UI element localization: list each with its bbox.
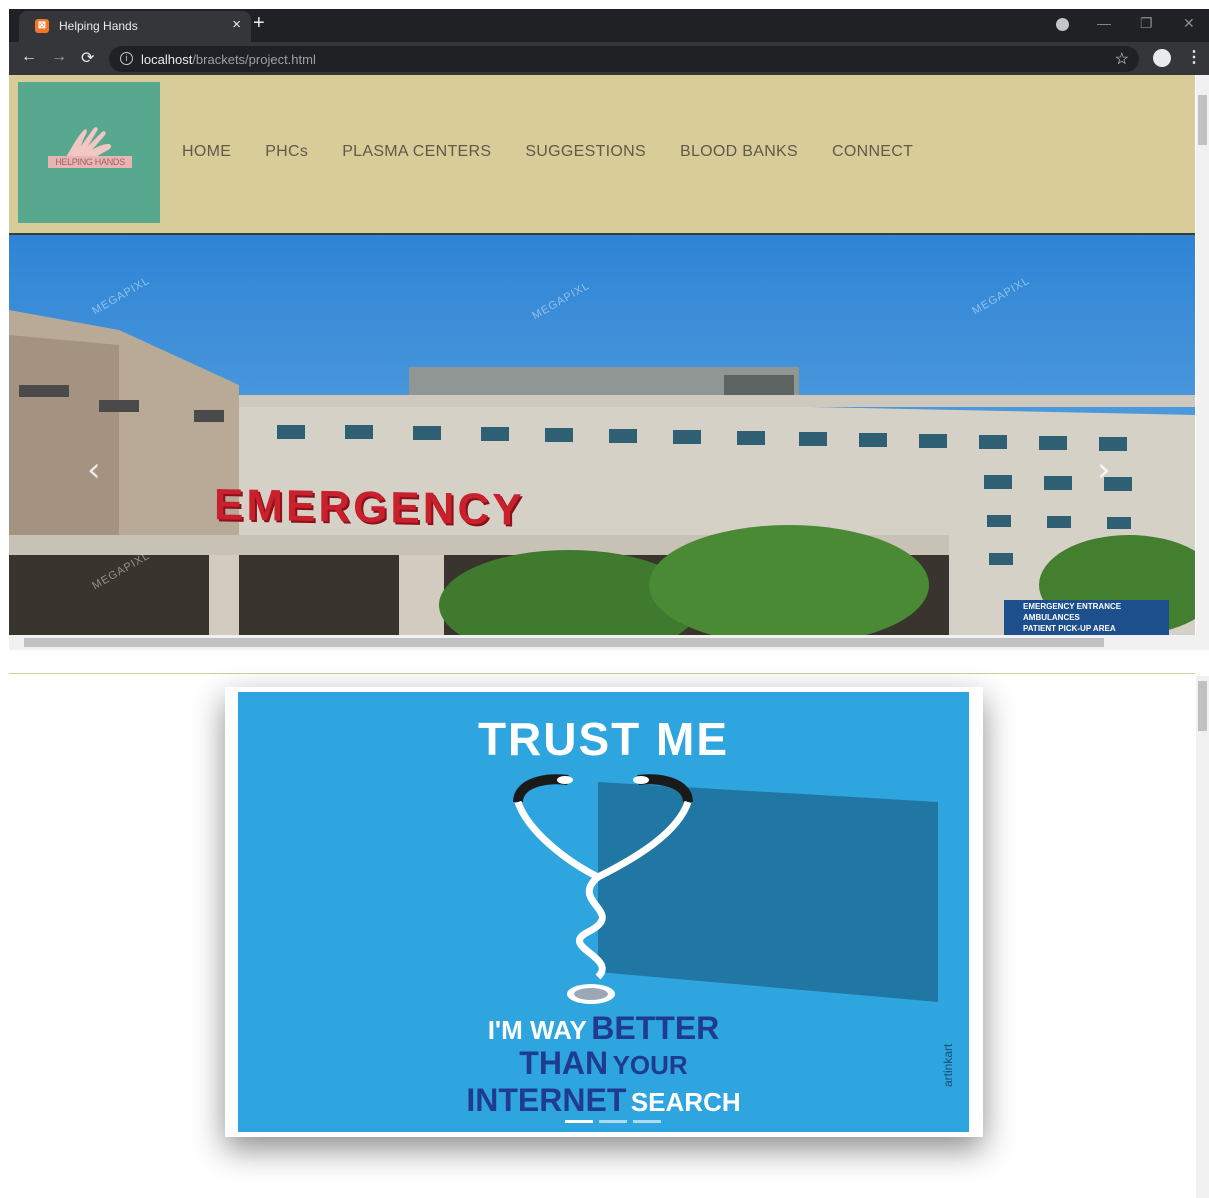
nav-plasma-centers[interactable]: PLASMA CENTERS xyxy=(342,143,491,161)
stethoscope-icon xyxy=(513,774,938,1004)
scrollbar-thumb[interactable] xyxy=(1198,95,1207,145)
browser-tab[interactable]: ⊠ Helping Hands × xyxy=(19,11,251,42)
poster-image: TRUST ME I'M WAY BETTER THAN YOUR INTERN… xyxy=(238,692,969,1132)
profile-dropdown-icon[interactable] xyxy=(1056,18,1069,31)
site-logo[interactable]: HELPING HANDS xyxy=(18,82,160,223)
carousel-indicator[interactable] xyxy=(565,1120,593,1123)
hospital-building-image xyxy=(9,310,1195,635)
account-icon[interactable] xyxy=(1153,49,1171,67)
hero-carousel: EMERGENCY EMERGENCY ENTRANCE AMBULANCES … xyxy=(9,235,1195,635)
scrollbar-thumb[interactable] xyxy=(1198,681,1207,731)
back-arrow-icon[interactable]: ← xyxy=(21,48,37,66)
address-bar[interactable]: i localhost/brackets/project.html ☆ xyxy=(109,46,1139,72)
nav-connect[interactable]: CONNECT xyxy=(832,143,913,161)
forward-arrow-icon[interactable]: → xyxy=(51,48,67,66)
tab-favicon-icon: ⊠ xyxy=(35,19,49,33)
reload-icon[interactable]: ⟳ xyxy=(81,48,94,68)
entrance-sign-line: EMERGENCY ENTRANCE xyxy=(1023,602,1122,611)
nav-suggestions[interactable]: SUGGESTIONS xyxy=(525,143,646,161)
horizontal-scrollbar[interactable] xyxy=(9,635,1209,650)
url-text[interactable]: localhost/brackets/project.html xyxy=(141,52,316,67)
poster-title: TRUST ME xyxy=(477,713,730,765)
vertical-scrollbar[interactable] xyxy=(1196,676,1209,1198)
carousel-indicators xyxy=(565,1120,661,1123)
restore-icon[interactable]: ❐ xyxy=(1140,15,1153,32)
main-nav: HOME PHCs PLASMA CENTERS SUGGESTIONS BLO… xyxy=(182,143,913,161)
poster-text: YOUR xyxy=(612,1050,688,1080)
info-icon[interactable]: i xyxy=(120,52,133,65)
entrance-sign: EMERGENCY ENTRANCE AMBULANCES PATIENT PI… xyxy=(1023,601,1121,634)
logo-text: HELPING HANDS xyxy=(48,156,132,168)
poster-line-3: INTERNET SEARCH xyxy=(238,1082,969,1119)
minimize-icon[interactable]: — xyxy=(1097,15,1111,31)
url-host: localhost xyxy=(141,52,193,67)
emergency-sign: EMERGENCY xyxy=(214,480,525,535)
carousel-indicator[interactable] xyxy=(633,1120,661,1123)
tab-title: Helping Hands xyxy=(59,19,138,33)
close-window-icon[interactable]: ✕ xyxy=(1183,15,1195,32)
carousel-prev-icon[interactable]: ‹ xyxy=(87,450,101,490)
url-path: /brackets/project.html xyxy=(192,52,316,67)
menu-icon[interactable]: ⋮ xyxy=(1186,47,1202,67)
browser-tab-bar: ⊠ Helping Hands × + — ❐ ✕ xyxy=(9,9,1209,42)
poster-text: THAN xyxy=(519,1045,609,1081)
star-icon[interactable]: ☆ xyxy=(1115,49,1129,69)
carousel-next-icon[interactable]: › xyxy=(1097,450,1111,490)
browser-toolbar: ← → ⟳ i localhost/brackets/project.html … xyxy=(9,42,1209,75)
nav-phcs[interactable]: PHCs xyxy=(265,143,308,161)
poster-line-2: THAN YOUR xyxy=(238,1045,969,1082)
entrance-sign-line: AMBULANCES xyxy=(1023,613,1080,622)
poster-carousel: TRUST ME I'M WAY BETTER THAN YOUR INTERN… xyxy=(225,687,983,1137)
site-header: HELPING HANDS HOME PHCs PLASMA CENTERS S… xyxy=(9,75,1195,235)
new-tab-icon[interactable]: + xyxy=(253,12,265,35)
poster-text: SEARCH xyxy=(630,1087,741,1117)
vertical-scrollbar[interactable] xyxy=(1196,75,1209,635)
tab-close-icon[interactable]: × xyxy=(232,16,241,33)
section-divider xyxy=(9,673,1195,674)
poster-line-1: I'M WAY BETTER xyxy=(238,1010,969,1047)
poster-text: I'M WAY xyxy=(487,1015,587,1045)
poster-signature: artinkart xyxy=(941,1043,955,1087)
nav-blood-banks[interactable]: BLOOD BANKS xyxy=(680,143,798,161)
nav-home[interactable]: HOME xyxy=(182,143,231,161)
carousel-indicator[interactable] xyxy=(599,1120,627,1123)
scrollbar-thumb[interactable] xyxy=(24,638,1104,647)
page-viewport: HELPING HANDS HOME PHCs PLASMA CENTERS S… xyxy=(9,75,1209,650)
entrance-sign-line: PATIENT PICK-UP AREA xyxy=(1023,624,1116,633)
poster-text: INTERNET xyxy=(466,1082,627,1118)
poster-text: BETTER xyxy=(591,1010,720,1046)
